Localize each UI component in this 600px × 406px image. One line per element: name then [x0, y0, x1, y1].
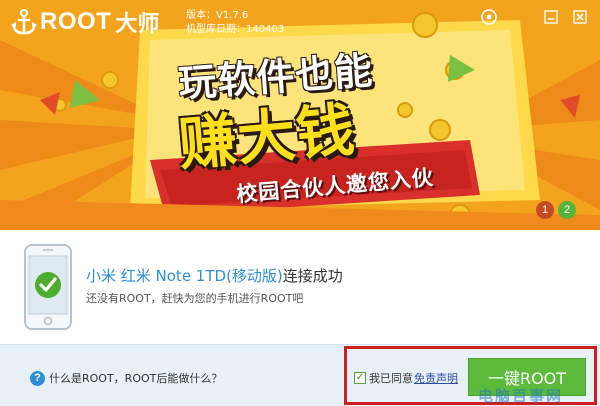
phone-icon [24, 244, 72, 330]
watermark-text: 电脑百事网 [478, 387, 564, 405]
logo-chinese-text: 大师 [115, 12, 160, 37]
device-model: 小米 红米 Note 1TD(移动版) [86, 267, 283, 285]
agree-prefix: 我已同意 [369, 372, 413, 385]
anchor-logo-icon [11, 8, 37, 35]
footer-bar: ? 什么是ROOT，ROOT后能做什么？ ✓ 我已同意 免责声明 一键ROOT … [0, 344, 600, 406]
banner-pager: 1 2 [536, 201, 576, 219]
minimize-icon [544, 10, 558, 24]
version-info: 版本：V1.7.6 机型库日期：140403 [186, 9, 284, 37]
pager-dot-1[interactable]: 1 [536, 201, 554, 219]
close-button[interactable] [570, 7, 590, 27]
eye-icon [481, 9, 497, 25]
minimize-button[interactable] [541, 7, 561, 27]
title-bar[interactable]: ROOT 大师 版本：V1.7.6 机型库日期：140403 [0, 0, 600, 40]
disclaimer-link[interactable]: 免责声明 [414, 370, 458, 386]
pager-dot-2[interactable]: 2 [558, 201, 576, 219]
agree-checkbox[interactable]: ✓ [354, 372, 366, 384]
help-text: 什么是ROOT，ROOT后能做什么？ [49, 372, 223, 385]
root-hint: 还没有ROOT，赶快为您的手机进行ROOT吧 [86, 292, 304, 305]
help-icon: ? [30, 370, 45, 386]
device-status-panel: 小米 红米 Note 1TD(移动版)连接成功 还没有ROOT，赶快为您的手机进… [0, 230, 600, 344]
skin-button[interactable] [479, 7, 499, 27]
connection-status: 连接成功 [282, 267, 343, 285]
logo-text: ROOT [40, 8, 112, 35]
banner-headline-2: 赚大钱 [175, 95, 359, 179]
version-label: 版本：V1.7.6 [186, 10, 249, 21]
close-icon [573, 10, 587, 24]
help-link[interactable]: ? 什么是ROOT，ROOT后能做什么？ [30, 370, 222, 386]
promo-banner[interactable]: ROOT 大师 版本：V1.7.6 机型库日期：140403 玩软件也能 赚大钱… [0, 0, 600, 230]
app-logo: ROOT 大师 [10, 6, 159, 38]
db-date-label: 机型库日期：140403 [186, 24, 285, 35]
check-icon [35, 272, 61, 298]
agreement-row: ✓ 我已同意 免责声明 [354, 370, 458, 386]
device-connection-status: 小米 红米 Note 1TD(移动版)连接成功 [86, 265, 343, 286]
